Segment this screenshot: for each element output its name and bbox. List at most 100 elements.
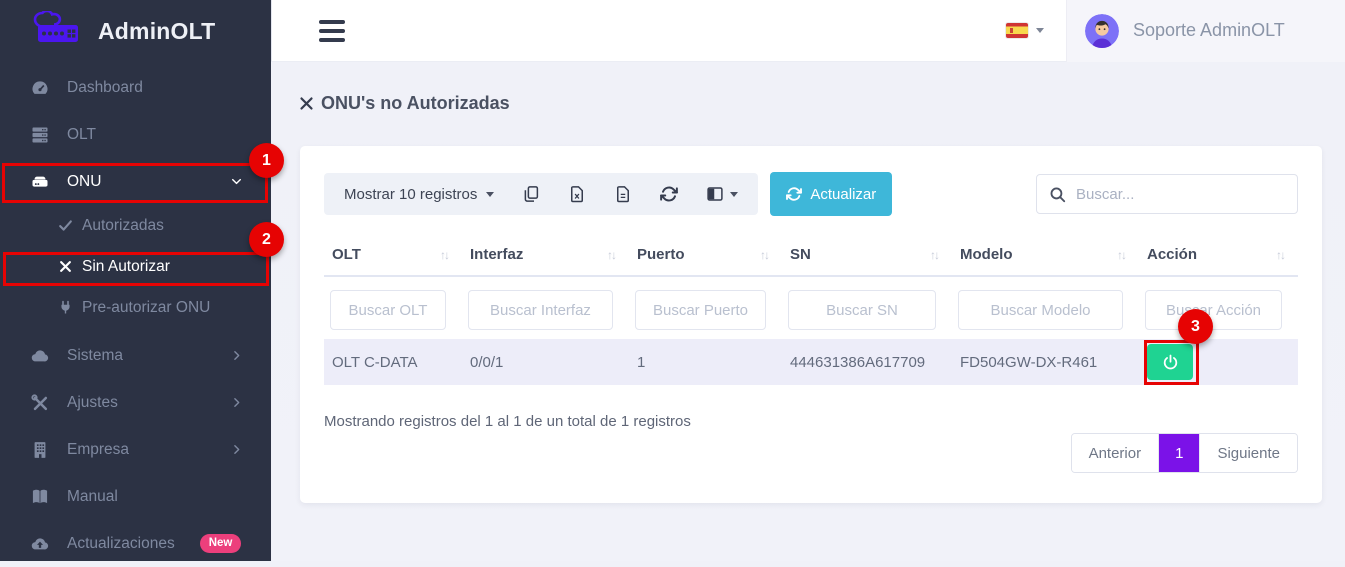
filter-input-olt[interactable] [330, 290, 446, 330]
sort-icon[interactable]: ↑↓ [760, 248, 768, 262]
sort-icon[interactable]: ↑↓ [1276, 248, 1284, 262]
page-title: ONU's no Autorizadas [299, 93, 1345, 114]
x-icon [299, 96, 314, 111]
excel-export-button[interactable] [568, 185, 586, 203]
table-row: OLT C-DATA 0/0/1 1 444631386A617709 FD50… [324, 339, 1298, 385]
table-info: Mostrando registros del 1 al 1 de un tot… [324, 413, 1298, 430]
authorize-onu-button[interactable] [1147, 344, 1193, 380]
column-header-puerto[interactable]: Puerto↑↓ [629, 236, 782, 276]
sidebar-item-sistema[interactable]: Sistema [0, 332, 271, 379]
plug-icon [57, 298, 73, 318]
copy-button[interactable] [522, 185, 540, 203]
copy-icon [522, 185, 540, 203]
sidebar-item-label: Dashboard [67, 79, 143, 97]
power-icon [1162, 354, 1179, 371]
sort-icon[interactable]: ↑↓ [1117, 248, 1125, 262]
document-icon [614, 185, 632, 203]
chevron-down-icon [230, 175, 243, 188]
excel-file-icon [568, 185, 586, 203]
page-title-text: ONU's no Autorizadas [321, 93, 510, 114]
filter-input-sn[interactable] [788, 290, 936, 330]
cell-sn: 444631386A617709 [782, 339, 952, 385]
actualizar-button[interactable]: Actualizar [770, 172, 892, 216]
sidebar: AdminOLT Dashboard OLT ONU [0, 0, 271, 561]
pagination: Anterior 1 Siguiente [1071, 433, 1298, 473]
column-visibility-button[interactable] [706, 185, 738, 203]
filter-input-interfaz[interactable] [468, 290, 613, 330]
sidebar-item-label: OLT [67, 126, 96, 144]
filter-input-accion[interactable] [1145, 290, 1282, 330]
column-header-interfaz[interactable]: Interfaz↑↓ [462, 236, 629, 276]
cloud-icon [30, 346, 50, 366]
column-header-olt[interactable]: OLT↑↓ [324, 236, 462, 276]
filter-input-modelo[interactable] [958, 290, 1123, 330]
sidebar-item-ajustes[interactable]: Ajustes [0, 379, 271, 426]
cell-modelo: FD504GW-DX-R461 [952, 339, 1139, 385]
column-header-sn[interactable]: SN↑↓ [782, 236, 952, 276]
sidebar-item-sin-autorizar[interactable]: Sin Autorizar [0, 246, 271, 287]
caret-down-icon [1036, 28, 1044, 33]
brand[interactable]: AdminOLT [0, 0, 271, 62]
pagination-next-button[interactable]: Siguiente [1199, 434, 1297, 472]
sidebar-item-label: Ajustes [67, 394, 118, 412]
filter-input-puerto[interactable] [635, 290, 766, 330]
column-header-modelo[interactable]: Modelo↑↓ [952, 236, 1139, 276]
document-export-button[interactable] [614, 185, 632, 203]
sidebar-toggle-button[interactable] [319, 20, 345, 42]
datatable-card: Mostrar 10 registros [300, 146, 1322, 503]
sidebar-item-dashboard[interactable]: Dashboard [0, 64, 271, 111]
sidebar-item-label: Sistema [67, 347, 123, 365]
topbar: Soporte AdminOLT [271, 0, 1345, 62]
sidebar-item-manual[interactable]: Manual [0, 473, 271, 520]
sidebar-item-pre-autorizar[interactable]: Pre-autorizar ONU [0, 287, 271, 328]
x-icon [57, 257, 73, 277]
sidebar-item-label: Autorizadas [82, 217, 164, 235]
spain-flag-icon [1006, 23, 1028, 38]
refresh-icon [660, 185, 678, 203]
actualizar-label: Actualizar [810, 186, 876, 203]
sort-icon[interactable]: ↑↓ [440, 248, 448, 262]
toolbar-button-group: Mostrar 10 registros [324, 173, 758, 215]
cell-olt: OLT C-DATA [324, 339, 462, 385]
cloud-upload-icon [30, 534, 50, 554]
chevron-right-icon [230, 349, 243, 362]
tools-icon [30, 393, 50, 413]
search-icon [1049, 186, 1066, 203]
caret-down-icon [730, 192, 738, 197]
sidebar-item-label: Actualizaciones [67, 535, 175, 553]
cell-puerto: 1 [629, 339, 782, 385]
sidebar-item-label: Manual [67, 488, 118, 506]
chevron-right-icon [230, 396, 243, 409]
column-header-accion[interactable]: Acción↑↓ [1139, 236, 1298, 276]
brand-logo-icon [30, 11, 88, 51]
sort-icon[interactable]: ↑↓ [607, 248, 615, 262]
reload-button[interactable] [660, 185, 678, 203]
book-icon [30, 487, 50, 507]
language-selector[interactable] [984, 0, 1066, 61]
onu-device-icon [30, 172, 50, 192]
dashboard-icon [30, 78, 50, 98]
pagination-prev-button[interactable]: Anterior [1072, 434, 1160, 472]
columns-icon [706, 185, 724, 203]
app-window: AdminOLT Dashboard OLT ONU [0, 0, 1345, 561]
caret-down-icon [486, 192, 494, 197]
user-menu[interactable]: Soporte AdminOLT [1066, 0, 1345, 62]
page-length-label: Mostrar 10 registros [344, 186, 477, 203]
cell-interfaz: 0/0/1 [462, 339, 629, 385]
sidebar-item-onu[interactable]: ONU [0, 158, 271, 205]
search-input[interactable] [1076, 186, 1285, 203]
sidebar-item-olt[interactable]: OLT [0, 111, 271, 158]
new-badge: New [200, 534, 242, 553]
sidebar-item-label: Sin Autorizar [82, 258, 170, 276]
table-toolbar: Mostrar 10 registros [324, 172, 1298, 216]
sidebar-item-autorizadas[interactable]: Autorizadas [0, 205, 271, 246]
sidebar-item-actualizaciones[interactable]: Actualizaciones New [0, 520, 271, 567]
user-name: Soporte AdminOLT [1133, 20, 1285, 41]
sidebar-item-empresa[interactable]: Empresa [0, 426, 271, 473]
onu-table: OLT↑↓ Interfaz↑↓ Puerto↑↓ SN↑↓ Modelo↑↓ … [324, 236, 1298, 385]
pagination-page-1[interactable]: 1 [1159, 434, 1199, 472]
refresh-icon [786, 186, 802, 202]
page-length-dropdown[interactable]: Mostrar 10 registros [344, 186, 494, 203]
main-content: ONU's no Autorizadas Mostrar 10 registro… [272, 63, 1345, 561]
sort-icon[interactable]: ↑↓ [930, 248, 938, 262]
